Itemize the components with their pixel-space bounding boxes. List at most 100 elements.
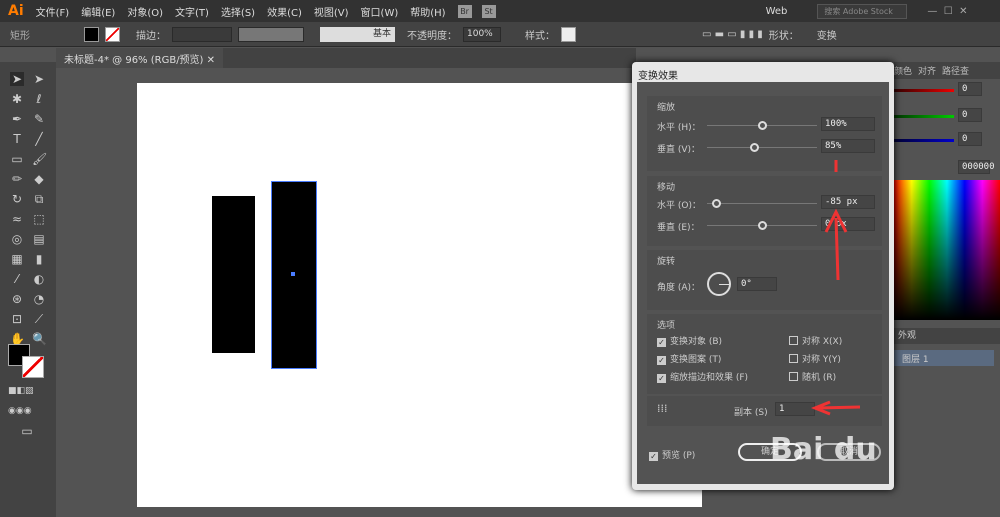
artboard-tool-icon[interactable]: ⊡	[10, 312, 24, 326]
opacity-input[interactable]: 100%	[463, 26, 501, 42]
align-icons[interactable]: ▭ ▬ ▭ ▮ ▮ ▮	[702, 29, 763, 40]
reference-point-icon[interactable]: ⁞⁞⁞	[657, 402, 668, 415]
rotate-tool-icon[interactable]: ↻	[10, 192, 24, 206]
lasso-icon[interactable]: ℓ	[32, 92, 46, 106]
blend-tool-icon[interactable]: ◐	[32, 272, 46, 286]
graphic-style-swatch[interactable]	[561, 26, 576, 42]
bridge-button[interactable]: Br	[457, 4, 472, 18]
document-tab[interactable]: 未标题-4* @ 96% (RGB/预览) ✕	[56, 48, 224, 68]
stroke-weight-input[interactable]	[172, 26, 232, 42]
move-h-slider[interactable]	[707, 199, 817, 208]
slider-knob[interactable]	[711, 199, 721, 208]
line-tool-icon[interactable]: ╱	[32, 132, 46, 146]
layer-row[interactable]: 图层 1	[894, 350, 994, 366]
variable-width-select[interactable]	[238, 26, 304, 42]
transform-patterns-checkbox[interactable]: ✓ 变换图案 (T)	[657, 352, 721, 365]
stock-search-input[interactable]: 搜索 Adobe Stock	[817, 3, 908, 19]
app-logo: Ai	[8, 3, 24, 19]
scale-h-slider[interactable]	[707, 121, 817, 130]
blue-slider[interactable]	[894, 139, 954, 142]
green-slider[interactable]	[894, 115, 954, 118]
menu-effect[interactable]: 效果(C)	[267, 4, 302, 19]
mesh-tool-icon[interactable]: ▦	[10, 252, 24, 266]
close-icon[interactable]: ✕	[207, 55, 215, 66]
stroke-swatch[interactable]	[105, 26, 120, 42]
menu-file[interactable]: 文件(F)	[36, 4, 70, 19]
brush-style-select[interactable]: 基本	[320, 26, 395, 42]
selection-tool-icon[interactable]: ➤	[10, 72, 24, 86]
preview-checkbox[interactable]: ✓ 预览 (P)	[649, 448, 695, 461]
slider-knob[interactable]	[750, 143, 760, 152]
scale-v-slider[interactable]	[707, 143, 817, 152]
angle-input[interactable]: 0°	[737, 277, 777, 291]
direct-selection-tool-icon[interactable]: ➤	[32, 72, 46, 86]
menu-object[interactable]: 对象(O)	[127, 4, 163, 19]
menu-help[interactable]: 帮助(H)	[410, 4, 445, 19]
draw-mode-icons[interactable]: ◉◉◉	[8, 404, 32, 418]
copies-section: ⁞⁞⁞ 副本 (S) 1	[647, 396, 882, 426]
move-v-input[interactable]: 0 px	[821, 217, 875, 231]
move-h-input[interactable]: -85 px	[821, 195, 875, 209]
tools-panel: ➤ ➤ ✱ ℓ ✒ ✎ T ╱ ▭ 🖌 ✏ ◆ ↻ ⧉ ≈ ⬚ ◎ ▤ ▦ ▮ …	[0, 62, 56, 517]
selected-rectangle[interactable]	[271, 181, 317, 369]
magic-wand-icon[interactable]: ✱	[10, 92, 24, 106]
stock-button[interactable]: St	[481, 4, 496, 18]
screen-mode-icon[interactable]: ▭	[20, 424, 34, 438]
slider-knob[interactable]	[758, 221, 767, 230]
original-rectangle[interactable]	[212, 196, 255, 353]
reflect-x-checkbox[interactable]: 对称 X(X)	[789, 334, 842, 347]
window-controls-icon[interactable]: — ☐ ✕	[927, 6, 967, 17]
shape-builder-icon[interactable]: ◎	[10, 232, 24, 246]
perspective-icon[interactable]: ▤	[32, 232, 46, 246]
workspace-switcher[interactable]: Web	[766, 6, 788, 17]
curvature-tool-icon[interactable]: ✎	[32, 112, 46, 126]
menu-select[interactable]: 选择(S)	[221, 4, 255, 19]
shape-label: 形状：	[768, 30, 799, 42]
red-slider[interactable]	[894, 89, 954, 92]
scale-tool-icon[interactable]: ⧉	[32, 192, 46, 206]
random-checkbox[interactable]: 随机 (R)	[789, 370, 836, 383]
transform-button[interactable]: 变换	[817, 27, 837, 42]
scale-h-input[interactable]: 100%	[821, 117, 875, 131]
pen-tool-icon[interactable]: ✒	[10, 112, 24, 126]
zoom-tool-icon[interactable]: 🔍	[32, 332, 47, 346]
fill-swatch[interactable]	[84, 26, 99, 42]
slider-knob[interactable]	[758, 121, 767, 130]
copies-input[interactable]: 1	[775, 402, 815, 416]
rectangle-tool-icon[interactable]: ▭	[10, 152, 24, 166]
right-panels: 颜色 对齐 路径查 0 0 0 000000 外观 图层 1	[894, 62, 1000, 517]
graph-tool-icon[interactable]: ◔	[32, 292, 46, 306]
scale-v-input[interactable]: 85%	[821, 139, 875, 153]
menu-edit[interactable]: 编辑(E)	[81, 4, 115, 19]
green-input[interactable]: 0	[958, 108, 982, 122]
slice-tool-icon[interactable]: ⟋	[32, 312, 46, 326]
blue-input[interactable]: 0	[958, 132, 982, 146]
transform-objects-checkbox[interactable]: ✓ 变换对象 (B)	[657, 334, 722, 347]
angle-dial[interactable]	[707, 272, 731, 296]
hex-input[interactable]: 000000	[958, 160, 995, 174]
type-tool-icon[interactable]: T	[10, 132, 24, 146]
tab-color[interactable]: 颜色	[894, 64, 912, 77]
symbol-sprayer-icon[interactable]: ⊛	[10, 292, 24, 306]
scale-strokes-checkbox[interactable]: ✓ 缩放描边和效果 (F)	[657, 370, 748, 383]
menu-view[interactable]: 视图(V)	[314, 4, 349, 19]
red-input[interactable]: 0	[958, 82, 982, 96]
move-v-slider[interactable]	[707, 221, 817, 230]
eraser-icon[interactable]: ◆	[32, 172, 46, 186]
stroke-color-box[interactable]	[22, 356, 44, 378]
control-bar: 矩形 描边： 基本 不透明度： 100% 样式： ▭ ▬ ▭ ▮ ▮ ▮ 形状：…	[0, 22, 1000, 47]
gradient-tool-icon[interactable]: ▮	[32, 252, 46, 266]
color-mode-icons[interactable]: ■◧▨	[8, 384, 34, 398]
menu-type[interactable]: 文字(T)	[175, 4, 209, 19]
eyedropper-icon[interactable]: ⁄	[10, 272, 24, 286]
tab-pathfinder[interactable]: 路径查	[942, 64, 969, 77]
pencil-icon[interactable]: ✏	[10, 172, 24, 186]
tab-appearance[interactable]: 外观	[894, 328, 1000, 344]
reflect-y-checkbox[interactable]: 对称 Y(Y)	[789, 352, 841, 365]
paintbrush-icon[interactable]: 🖌	[32, 152, 47, 166]
free-transform-icon[interactable]: ⬚	[32, 212, 46, 226]
tab-align[interactable]: 对齐	[918, 64, 936, 77]
color-spectrum[interactable]	[894, 180, 1000, 320]
menu-window[interactable]: 窗口(W)	[361, 4, 399, 19]
warp-tool-icon[interactable]: ≈	[10, 212, 24, 226]
